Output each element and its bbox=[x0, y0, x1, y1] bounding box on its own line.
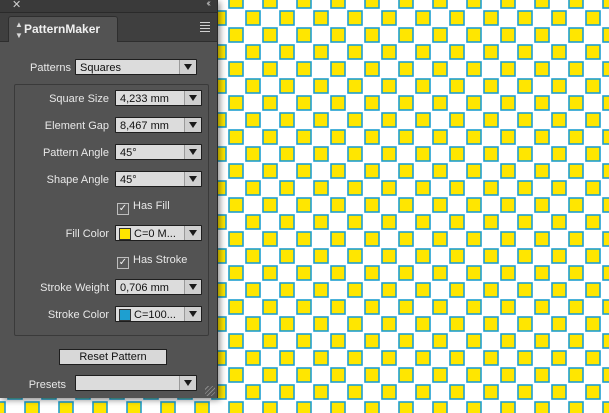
tab-patternmaker[interactable]: ▲ ▼ PatternMaker bbox=[8, 16, 118, 42]
presets-label: Presets bbox=[28, 379, 66, 391]
close-icon[interactable]: ✕ bbox=[12, 0, 21, 11]
fill-color-swatch bbox=[119, 228, 131, 240]
pattern-angle-label: Pattern Angle bbox=[42, 147, 109, 159]
chevron-down-icon[interactable] bbox=[184, 226, 201, 240]
element-gap-value: 8,467 mm bbox=[120, 120, 169, 132]
chevron-down-icon[interactable] bbox=[184, 118, 201, 132]
checkmark-icon[interactable]: ✓ bbox=[117, 203, 129, 215]
square-size-label: Square Size bbox=[49, 93, 109, 105]
chevron-down-icon[interactable] bbox=[184, 91, 201, 105]
shape-angle-field[interactable]: 45° bbox=[115, 171, 202, 187]
collapse-icon[interactable]: ‹‹ bbox=[206, 0, 210, 9]
chevron-down-icon[interactable] bbox=[184, 145, 201, 159]
resize-grip-icon[interactable] bbox=[205, 386, 215, 396]
has-fill-checkbox[interactable]: ✓ Has Fill bbox=[117, 200, 170, 215]
square-size-field[interactable]: 4,233 mm bbox=[115, 90, 202, 106]
square-size-value: 4,233 mm bbox=[120, 93, 169, 105]
panel-menu-icon[interactable] bbox=[200, 22, 210, 34]
has-stroke-label: Has Stroke bbox=[133, 254, 188, 266]
element-gap-field[interactable]: 8,467 mm bbox=[115, 117, 202, 133]
panel-tab-row: ▲ ▼ PatternMaker bbox=[0, 13, 217, 42]
panel-titlebar: ✕ ‹‹ bbox=[0, 0, 217, 13]
fill-color-value: C=0 M... bbox=[134, 228, 176, 240]
reset-pattern-button[interactable]: Reset Pattern bbox=[59, 349, 167, 365]
stroke-weight-value: 0,706 mm bbox=[120, 282, 169, 294]
chevron-down-icon bbox=[179, 60, 196, 74]
chevron-down-icon[interactable] bbox=[184, 307, 201, 321]
stroke-color-value: C=100... bbox=[134, 309, 176, 321]
fill-color-select[interactable]: C=0 M... bbox=[115, 225, 202, 241]
chevron-down-icon[interactable] bbox=[184, 172, 201, 186]
has-fill-label: Has Fill bbox=[133, 200, 170, 212]
tab-label: PatternMaker bbox=[24, 22, 101, 36]
chevron-down-icon[interactable] bbox=[184, 280, 201, 294]
stroke-color-swatch bbox=[119, 309, 131, 321]
pattern-angle-value: 45° bbox=[120, 147, 137, 159]
stroke-weight-field[interactable]: 0,706 mm bbox=[115, 279, 202, 295]
pattern-angle-field[interactable]: 45° bbox=[115, 144, 202, 160]
shape-angle-label: Shape Angle bbox=[46, 174, 109, 186]
element-gap-label: Element Gap bbox=[44, 120, 109, 132]
checkmark-icon[interactable]: ✓ bbox=[117, 257, 129, 269]
patterns-select[interactable]: Squares bbox=[75, 59, 197, 75]
stroke-weight-label: Stroke Weight bbox=[40, 282, 109, 294]
fill-color-label: Fill Color bbox=[65, 228, 109, 240]
tab-reorder-icon: ▲ ▼ bbox=[15, 20, 23, 40]
chevron-down-icon[interactable] bbox=[179, 376, 196, 390]
shape-angle-value: 45° bbox=[120, 174, 137, 186]
stroke-color-select[interactable]: C=100... bbox=[115, 306, 202, 322]
patterns-select-value: Squares bbox=[80, 62, 121, 74]
has-stroke-checkbox[interactable]: ✓ Has Stroke bbox=[117, 254, 187, 269]
stroke-color-label: Stroke Color bbox=[47, 309, 109, 321]
patternmaker-panel: ✕ ‹‹ ▲ ▼ PatternMaker Patterns Squares Sq… bbox=[0, 0, 218, 398]
presets-select[interactable] bbox=[75, 375, 197, 391]
patterns-label: Patterns bbox=[30, 62, 71, 74]
